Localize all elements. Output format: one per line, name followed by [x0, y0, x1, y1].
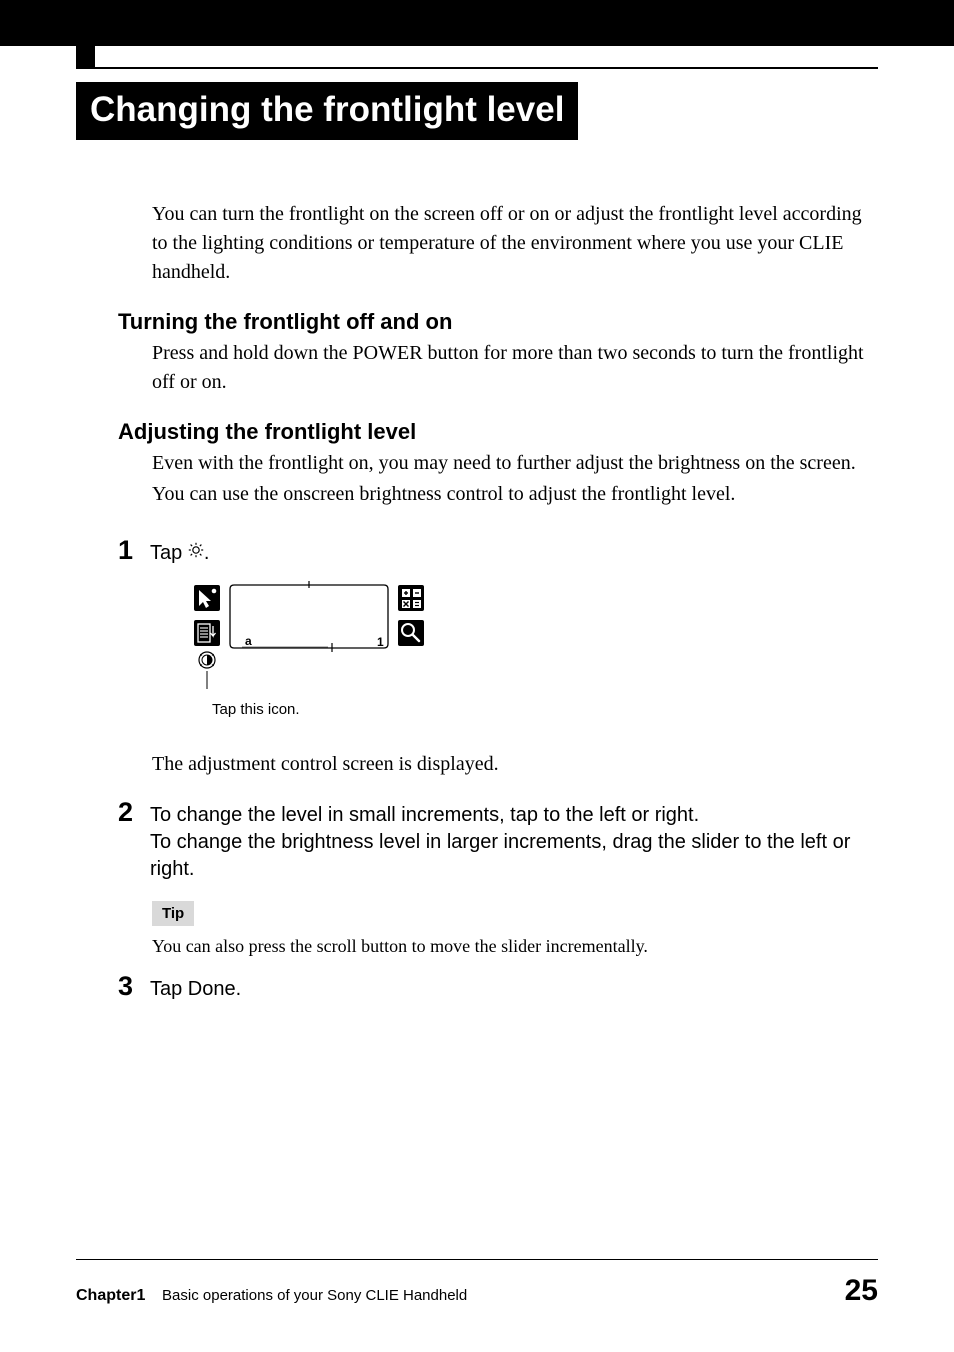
- step-1-text-pre: Tap: [150, 542, 188, 564]
- step-2-text: To change the level in small increments,…: [150, 802, 878, 883]
- brightness-icon: [188, 543, 204, 562]
- header-divider: [76, 67, 878, 69]
- section-heading-turning: Turning the frontlight off and on: [118, 309, 878, 335]
- page-content: Changing the frontlight level You can tu…: [76, 82, 878, 1003]
- section-body-adjusting-2: You can use the onscreen brightness cont…: [152, 480, 878, 509]
- section-heading-adjusting: Adjusting the frontlight level: [118, 419, 878, 445]
- step-1: 1 Tap .: [118, 535, 878, 567]
- step-3: 3 Tap Done.: [118, 971, 878, 1003]
- page-footer: Chapter1 Basic operations of your Sony C…: [76, 1259, 878, 1309]
- step-number: 3: [118, 971, 150, 1002]
- tip-label: Tip: [152, 901, 194, 926]
- graffiti-letter-a: a: [245, 634, 252, 648]
- step-number: 1: [118, 535, 150, 566]
- step-1-text: Tap .: [150, 540, 209, 567]
- step-3-text: Tap Done.: [150, 976, 241, 1003]
- tip-text: You can also press the scroll button to …: [152, 936, 878, 957]
- footer-divider: [76, 1259, 878, 1261]
- section-body-turning: Press and hold down the POWER button for…: [152, 339, 878, 397]
- footer-chapter: Chapter1 Basic operations of your Sony C…: [76, 1287, 467, 1305]
- header-tab: [76, 0, 95, 67]
- diagram-caption: Tap this icon.: [212, 701, 432, 718]
- step-number: 2: [118, 797, 150, 828]
- intro-paragraph: You can turn the frontlight on the scree…: [152, 200, 878, 287]
- step-1-text-post: .: [204, 542, 210, 564]
- chapter-subtitle: Basic operations of your Sony CLIE Handh…: [162, 1287, 467, 1304]
- step-2: 2 To change the level in small increment…: [118, 797, 878, 883]
- graffiti-digit-1: 1: [377, 635, 384, 649]
- header-bar: [0, 0, 954, 46]
- chapter-label: Chapter1: [76, 1287, 145, 1304]
- section-body-adjusting-1: Even with the frontlight on, you may nee…: [152, 449, 878, 478]
- page-title: Changing the frontlight level: [76, 82, 578, 140]
- adjustment-displayed-text: The adjustment control screen is display…: [152, 750, 878, 779]
- graffiti-diagram: a 1 Tap this icon.: [192, 581, 432, 718]
- page-number: 25: [845, 1274, 878, 1308]
